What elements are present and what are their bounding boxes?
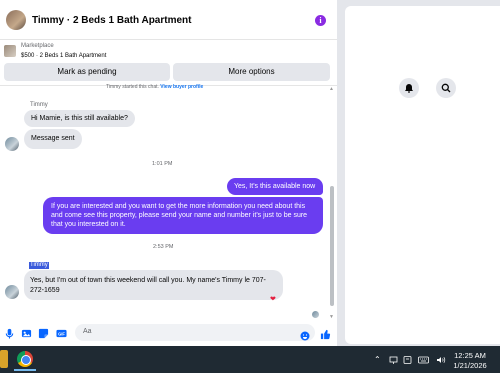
sender-name: Timmy (30, 102, 48, 108)
like-icon[interactable] (320, 327, 331, 340)
side-panel (345, 6, 500, 344)
outgoing-message[interactable]: If you are interested and you want to ge… (43, 197, 323, 234)
chrome-icon[interactable] (17, 351, 33, 367)
sticker-icon[interactable] (38, 328, 49, 339)
info-icon[interactable]: i (315, 15, 326, 26)
gif-icon[interactable]: GIF (56, 328, 67, 339)
system-clock[interactable]: 12:25 AM 1/21/2026 (453, 351, 487, 371)
scrollbar[interactable]: ▲ ▼ (328, 86, 336, 320)
message-timestamp: 1:01 PM (152, 161, 173, 167)
search-icon (441, 83, 451, 93)
listing-source: Marketplace (21, 43, 54, 49)
active-app-indicator (14, 369, 36, 371)
microphone-icon[interactable] (4, 328, 15, 339)
notifications-button[interactable] (399, 78, 419, 98)
heart-reaction-icon[interactable]: ❤ (270, 296, 276, 303)
incoming-message[interactable]: Yes, but I'm out of town this weekend wi… (24, 270, 283, 300)
listing-title[interactable]: $500 · 2 Beds 1 Bath Apartment (21, 53, 106, 59)
clock-time: 12:25 AM (454, 351, 486, 360)
scrollbar-thumb[interactable] (330, 186, 334, 306)
seen-indicator (312, 311, 319, 318)
emoji-icon[interactable] (300, 328, 310, 341)
tray-chevron-icon[interactable]: ⌃ (374, 356, 381, 364)
file-explorer-icon[interactable] (0, 350, 8, 368)
search-button[interactable] (436, 78, 456, 98)
keyboard-icon[interactable] (418, 356, 429, 366)
scroll-up-icon[interactable]: ▲ (329, 86, 334, 92)
contact-avatar[interactable] (6, 10, 26, 30)
incoming-message[interactable]: Message sent (24, 129, 82, 149)
chat-started-text: Timmy started this chat. (106, 84, 159, 90)
display-icon[interactable] (403, 356, 412, 366)
conversation-title[interactable]: Timmy · 2 Beds 1 Bath Apartment (32, 15, 191, 26)
chat-header: Timmy · 2 Beds 1 Bath Apartment i (0, 0, 337, 40)
sender-avatar[interactable] (5, 285, 19, 299)
message-timestamp: 2:53 PM (153, 244, 174, 250)
more-options-button[interactable]: More options (173, 63, 330, 81)
sender-avatar[interactable] (5, 137, 19, 151)
photo-icon[interactable] (21, 328, 32, 339)
outgoing-message[interactable]: Yes, It's this available now (227, 178, 323, 195)
scroll-down-icon[interactable]: ▼ (329, 314, 334, 320)
network-icon[interactable] (389, 356, 398, 366)
view-buyer-profile-link[interactable]: View buyer profile (160, 84, 203, 90)
svg-text:GIF: GIF (58, 331, 65, 336)
listing-thumbnail[interactable] (4, 45, 16, 57)
clock-date: 1/21/2026 (453, 361, 487, 370)
chat-started-notice: Timmy started this chat. View buyer prof… (106, 84, 203, 90)
sender-name-highlighted: Timmy (29, 262, 49, 269)
message-input[interactable]: Aa (75, 324, 315, 341)
bell-icon (405, 84, 413, 93)
incoming-message[interactable]: Hi Mamie, is this still available? (24, 110, 135, 127)
volume-icon[interactable] (436, 356, 446, 366)
mark-as-pending-button[interactable]: Mark as pending (4, 63, 170, 81)
chat-panel: Timmy · 2 Beds 1 Bath Apartment i Market… (0, 0, 337, 346)
